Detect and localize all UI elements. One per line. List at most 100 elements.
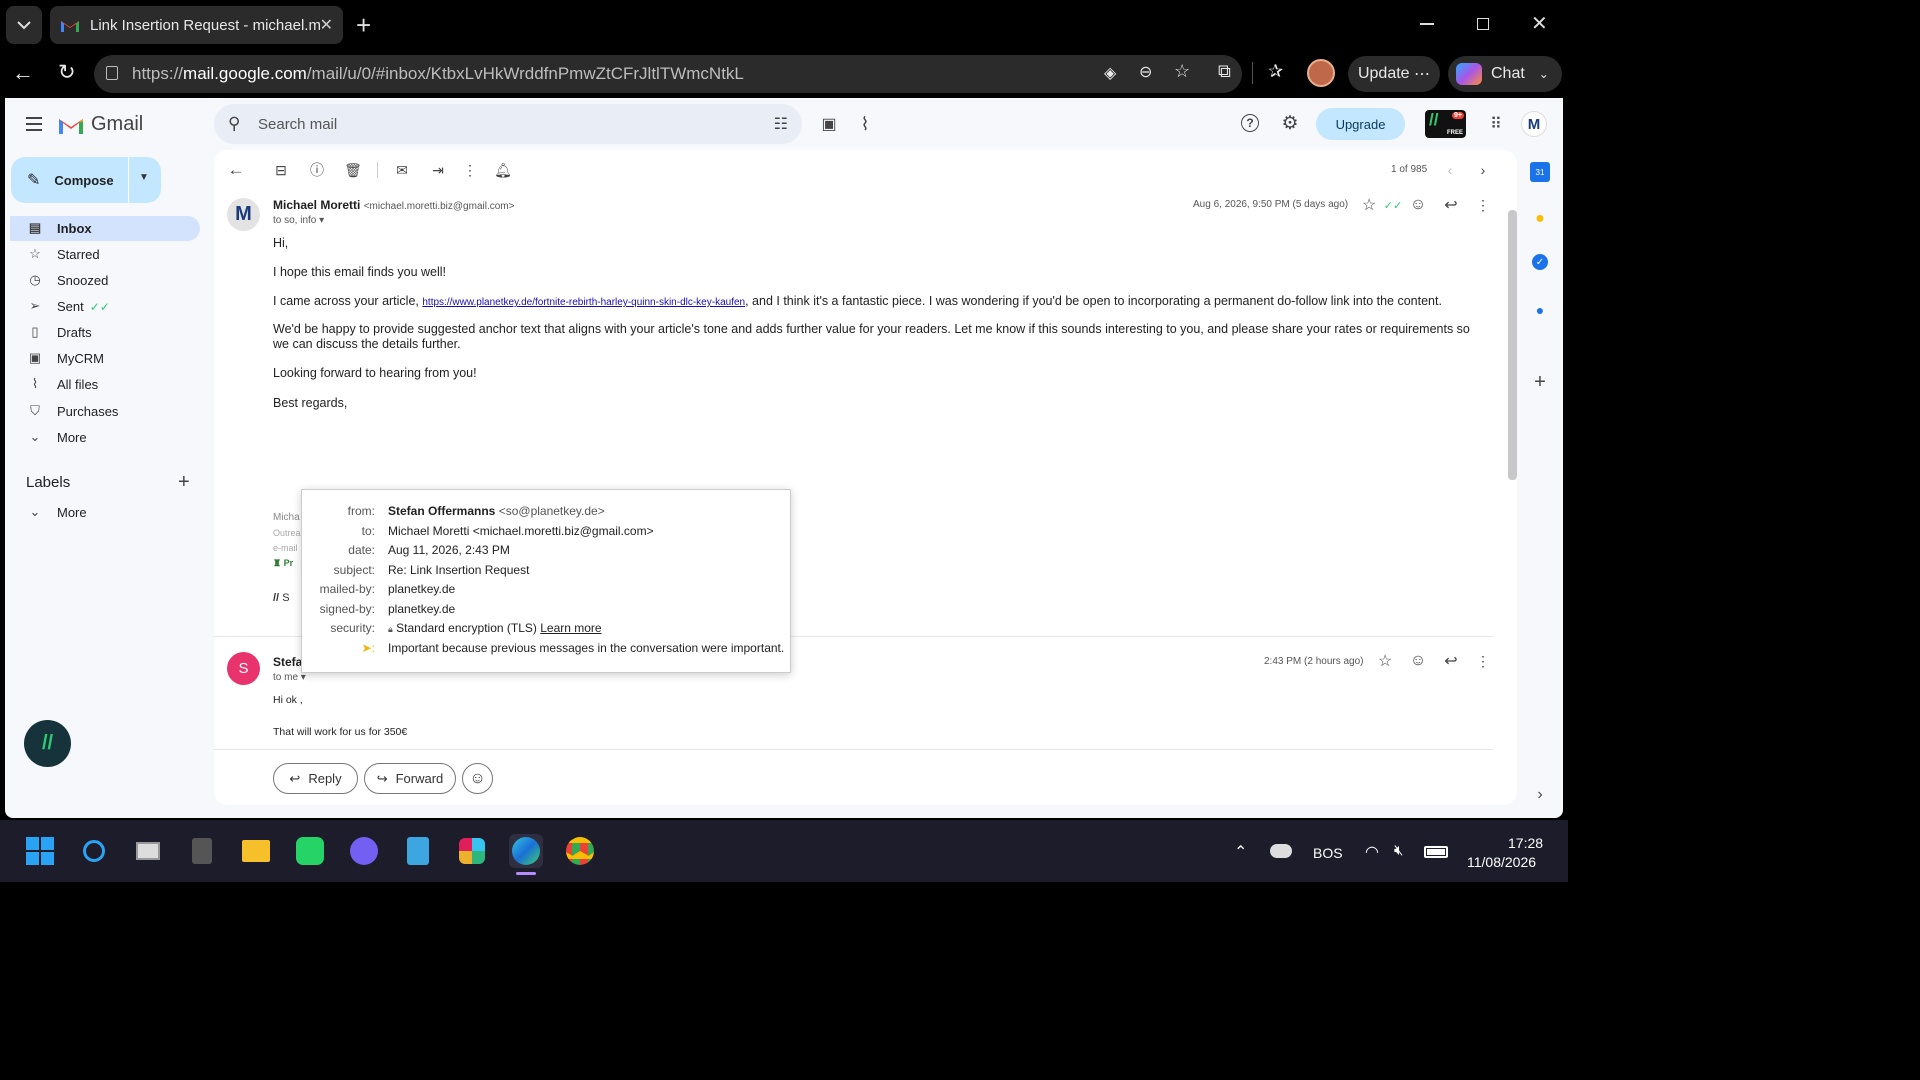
language-indicator[interactable]: BOS [1313, 845, 1343, 861]
onedrive-icon[interactable] [1270, 844, 1292, 858]
more-vert-icon[interactable]: ⋮ [1473, 195, 1493, 215]
viber-icon[interactable] [347, 834, 381, 868]
sender-name[interactable]: Michael Moretti [273, 198, 360, 212]
sidebar-item-starred[interactable]: ☆ Starred [10, 242, 200, 267]
profile-avatar[interactable] [1307, 59, 1335, 87]
expand-panel-icon[interactable]: › [1530, 785, 1550, 805]
archive-icon[interactable]: ⊟ [271, 160, 291, 180]
tab-list-button[interactable] [6, 6, 42, 44]
sidebar-item-more[interactable]: ⌄ More [10, 425, 200, 450]
get-addons-icon[interactable]: + [1530, 371, 1550, 393]
settings-gear-icon[interactable]: ⚙ [1280, 113, 1300, 134]
update-button[interactable]: Update ⋯ [1348, 56, 1440, 92]
account-avatar[interactable]: M [1521, 111, 1547, 137]
reply-button[interactable]: ↩ Reply [273, 763, 358, 794]
battery-icon[interactable] [1424, 846, 1448, 858]
clock-time[interactable]: 17:28 [1508, 835, 1543, 851]
favorite-star-icon[interactable]: ☆ [1174, 61, 1190, 82]
browser-tab[interactable]: Link Insertion Request - michael.m ✕ [50, 6, 343, 44]
sender-name[interactable]: Stefa [273, 655, 302, 669]
clock-date[interactable]: 11/08/2026 [1467, 854, 1536, 870]
sidebar-item-inbox[interactable]: ▤ Inbox [10, 216, 200, 241]
calendar-icon[interactable]: 31 [1530, 162, 1550, 182]
mark-unread-icon[interactable]: ✉ [392, 160, 412, 180]
close-icon[interactable]: ✕ [320, 15, 333, 35]
search-options-icon[interactable]: ☷ [774, 114, 788, 134]
favorites-icon[interactable]: ✰ [1268, 61, 1283, 82]
reload-icon[interactable]: ↻ [58, 60, 76, 85]
gmail-logo[interactable]: Gmail [58, 113, 143, 136]
tasks-icon[interactable]: ✓ [1532, 254, 1548, 270]
zoom-out-icon[interactable]: ⊖ [1139, 62, 1152, 82]
compose-button[interactable]: ✎ Compose ▼ [11, 157, 161, 203]
extension-badge[interactable]: // 9+ FREE [1425, 110, 1466, 138]
labels-more[interactable]: ⌄ More [10, 500, 200, 525]
contacts-person-icon[interactable]: ● [1530, 300, 1550, 320]
calculator-icon[interactable] [185, 834, 219, 868]
sidebar-item-purchases[interactable]: ⛉ Purchases [10, 399, 200, 424]
recipients-toggle[interactable]: to so, info ▾ [273, 215, 324, 226]
caret-down-icon[interactable]: ▼ [139, 172, 149, 183]
start-icon[interactable] [23, 834, 57, 868]
restore-icon[interactable] [1477, 18, 1489, 30]
help-icon[interactable]: ? [1241, 114, 1259, 132]
copilot-chat-button[interactable]: Chat ⌄ [1448, 56, 1562, 92]
delete-icon[interactable]: 🗑 [343, 160, 363, 180]
search-input[interactable]: Search mail [258, 116, 337, 133]
learn-more-link[interactable]: Learn more [540, 621, 601, 635]
wifi-icon[interactable]: ◠ [1365, 842, 1379, 862]
back-arrow-icon[interactable]: ← [226, 160, 246, 180]
star-icon[interactable]: ☆ [1375, 651, 1395, 671]
contacts-icon[interactable]: ▣ [819, 114, 839, 134]
apps-grid-icon[interactable]: ⠿ [1486, 114, 1506, 134]
more-vert-icon[interactable]: ⋮ [1473, 651, 1493, 671]
sidebar-item-drafts[interactable]: ▯ Drafts [10, 320, 200, 345]
edge-icon[interactable] [509, 834, 543, 868]
back-icon[interactable]: ← [12, 60, 34, 86]
sidebar-item-all-files[interactable]: ⌇ All files [10, 372, 200, 397]
move-to-icon[interactable]: ⇥ [428, 160, 448, 180]
window-close-icon[interactable]: ✕ [1531, 11, 1548, 36]
reply-icon[interactable]: ↩ [1441, 651, 1461, 671]
older-icon[interactable]: › [1473, 160, 1493, 180]
emoji-react-button[interactable]: ☺ [462, 763, 493, 794]
notepad-icon[interactable] [401, 834, 435, 868]
reply-label: Reply [308, 771, 342, 786]
sidebar-item-sent[interactable]: ➢ Sent ✓✓ [10, 294, 200, 319]
report-spam-icon[interactable]: ⓘ [307, 160, 327, 180]
bell-icon[interactable]: 🔔︎ [493, 160, 513, 180]
more-vert-icon[interactable]: ⋮ [460, 160, 480, 180]
floating-extension-button[interactable]: // [24, 720, 71, 767]
file-explorer-icon[interactable] [239, 834, 273, 868]
forward-button[interactable]: ↪ Forward [364, 763, 456, 794]
keep-icon[interactable]: ● [1530, 209, 1550, 229]
slack-icon[interactable] [455, 834, 489, 868]
minimize-icon[interactable] [1420, 23, 1434, 25]
reply-icon[interactable]: ↩ [1441, 195, 1461, 215]
emoji-icon[interactable]: ☺ [1408, 195, 1428, 215]
recipients-toggle[interactable]: to me ▾ [273, 672, 306, 683]
sidebar-item-snoozed[interactable]: ◷ Snoozed [10, 268, 200, 293]
reader-icon[interactable]: ◈ [1104, 63, 1116, 83]
search-bar[interactable]: ⚲ Search mail ☷ [214, 104, 802, 144]
emoji-icon[interactable]: ☺ [1408, 651, 1428, 671]
task-view-icon[interactable] [131, 834, 165, 868]
volume-muted-icon[interactable]: 🔇︎ [1394, 842, 1403, 859]
attachment-icon[interactable]: ⌇ [855, 114, 875, 134]
address-bar[interactable]: https://mail.google.com/mail/u/0/#inbox/… [94, 55, 1242, 93]
article-link[interactable]: https://www.planetkey.de/fortnite-rebirt… [422, 297, 745, 308]
scrollbar-thumb[interactable] [1508, 210, 1517, 480]
sidebar-item-mycrm[interactable]: ▣ MyCRM [10, 346, 200, 371]
search-app-icon[interactable] [77, 834, 111, 868]
whatsapp-icon[interactable] [293, 834, 327, 868]
show-hidden-icons[interactable]: ⌃ [1234, 842, 1247, 862]
new-tab-icon[interactable]: + [356, 12, 371, 38]
copilot-icon [1456, 63, 1482, 85]
add-label-icon[interactable]: + [178, 471, 190, 494]
extensions-icon[interactable]: ⧉ [1218, 61, 1231, 82]
upgrade-button[interactable]: Upgrade [1316, 108, 1405, 140]
newer-icon[interactable]: ‹ [1440, 160, 1460, 180]
star-icon[interactable]: ☆ [1359, 195, 1379, 215]
main-menu-icon[interactable] [26, 117, 42, 131]
chrome-icon[interactable] [563, 834, 597, 868]
